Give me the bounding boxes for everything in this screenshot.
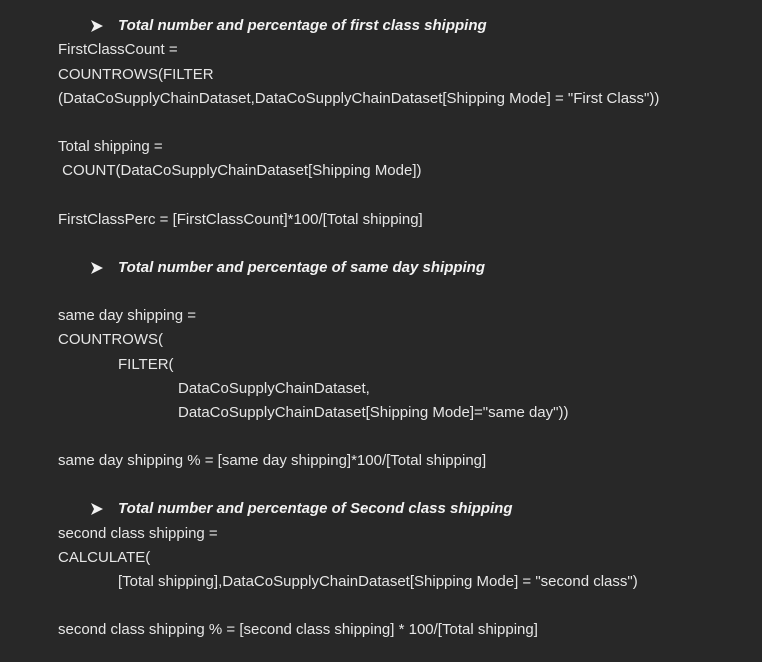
code-line: COUNTROWS(FILTER (58, 66, 214, 83)
section-heading-first-class: Total number and percentage of first cla… (118, 17, 487, 34)
arrow-bullet-icon (90, 16, 106, 36)
code-line: DataCoSupplyChainDataset[Shipping Mode]=… (178, 404, 569, 421)
section-heading-second-class: Total number and percentage of Second cl… (118, 500, 513, 517)
section-heading-same-day: Total number and percentage of same day … (118, 259, 486, 276)
code-line: second class shipping = (58, 525, 218, 542)
code-line: CALCULATE( (58, 549, 151, 566)
code-line: [Total shipping],DataCoSupplyChainDatase… (118, 573, 638, 590)
arrow-bullet-icon (90, 258, 106, 278)
code-line: second class shipping % = [second class … (58, 621, 538, 638)
code-line: FILTER( (118, 356, 174, 373)
code-line: (DataCoSupplyChainDataset,DataCoSupplyCh… (58, 90, 660, 107)
code-line: FirstClassCount = (58, 41, 178, 58)
code-line: Total shipping = (58, 138, 163, 155)
code-line: DataCoSupplyChainDataset, (178, 380, 370, 397)
code-line: COUNT(DataCoSupplyChainDataset[Shipping … (58, 162, 422, 179)
arrow-bullet-icon (90, 499, 106, 519)
code-line: same day shipping % = [same day shipping… (58, 452, 487, 469)
code-line: FirstClassPerc = [FirstClassCount]*100/[… (58, 211, 423, 228)
code-line: COUNTROWS( (58, 331, 163, 348)
code-line: same day shipping = (58, 307, 197, 324)
